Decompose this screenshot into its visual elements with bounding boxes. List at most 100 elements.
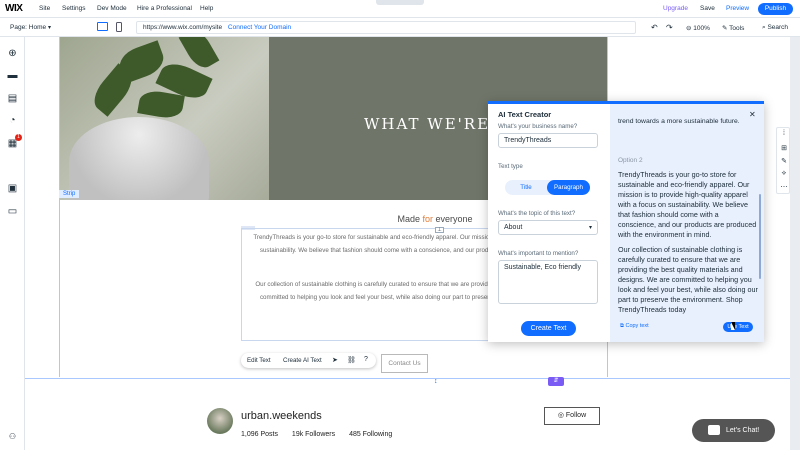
- profile-name: urban.weekends: [241, 410, 322, 422]
- site-url: https://www.wix.com/mysite: [143, 24, 223, 31]
- notification-badge: 1: [15, 134, 22, 141]
- text-type-toggle: Title Paragraph: [505, 180, 590, 195]
- tools-label: Tools: [729, 25, 745, 32]
- create-text-button[interactable]: Create Text: [521, 321, 576, 336]
- tools-button[interactable]: ✎ Tools: [722, 24, 744, 32]
- mouse-cursor-icon: [731, 322, 735, 330]
- option-1-fragment: trend towards a more sustainable future.: [618, 118, 740, 125]
- heading-accent: for: [422, 214, 433, 224]
- redo-icon[interactable]: ↷: [666, 23, 673, 32]
- copy-icon: ⧉: [620, 323, 624, 329]
- follow-button[interactable]: ◎ Follow: [544, 407, 600, 425]
- important-label: What's important to mention?: [498, 250, 579, 257]
- site-url-bar: https://www.wix.com/mysite Connect Your …: [136, 21, 636, 34]
- sections-icon[interactable]: ▬: [6, 69, 19, 82]
- help-icon[interactable]: ⚇: [6, 430, 19, 443]
- ai-results-pane: trend towards a more sustainable future.…: [610, 104, 764, 342]
- help-icon[interactable]: ?: [364, 356, 368, 363]
- text-type-label: Text type: [498, 163, 523, 170]
- followers-count: 19k Followers: [291, 431, 336, 438]
- search-button[interactable]: ⌕ Search: [762, 24, 788, 32]
- mobile-view-icon[interactable]: [116, 22, 122, 32]
- business-name-input[interactable]: TrendyThreads: [498, 133, 598, 148]
- desktop-view-icon[interactable]: [97, 22, 108, 31]
- top-menu-bar: WIX Site Settings Dev Mode Hire a Profes…: [0, 0, 800, 18]
- publish-button[interactable]: Publish: [758, 3, 793, 15]
- following-count: 485 Following: [349, 431, 393, 438]
- preview-button[interactable]: Preview: [726, 5, 749, 12]
- save-button[interactable]: Save: [700, 5, 715, 12]
- heading-part: Made: [397, 214, 423, 224]
- profile-stats: 1,096 Posts 19k Followers 485 Following: [241, 431, 404, 438]
- hero-image: [59, 37, 269, 200]
- business-icon[interactable]: ▭: [6, 205, 19, 218]
- menu-settings[interactable]: Settings: [62, 5, 86, 12]
- option-paragraph-1: TrendyThreads is your go-to store for su…: [618, 170, 757, 239]
- topic-value: About: [504, 224, 523, 231]
- top-notch[interactable]: [376, 0, 424, 5]
- section-handle-icon[interactable]: ⇵: [548, 377, 564, 386]
- close-icon[interactable]: ✕: [749, 110, 756, 119]
- instagram-icon: ◎: [557, 412, 564, 419]
- vertical-resize-icon[interactable]: ↕: [434, 378, 438, 385]
- create-ai-text-button[interactable]: Create AI Text: [283, 357, 322, 364]
- option-2-label: Option 2: [618, 157, 643, 164]
- drag-handle-icon[interactable]: ⊥: [435, 227, 444, 233]
- text-edit-toolbar: Edit Text Create AI Text ➤ ⛓ ?: [241, 353, 376, 368]
- add-icon[interactable]: ⊕: [6, 47, 19, 60]
- animate-icon[interactable]: ⟡: [779, 170, 789, 178]
- panel-title: AI Text Creator: [498, 110, 552, 119]
- design-brush-icon[interactable]: ✎: [779, 157, 789, 165]
- page-selector-label: Page: Home: [10, 24, 47, 31]
- zoom-control[interactable]: ⊖ 100%: [686, 24, 710, 32]
- guide-line: [59, 37, 60, 377]
- plant-pot: [69, 117, 209, 200]
- page-selector[interactable]: Page: Home ▾: [10, 24, 51, 31]
- business-name-label: What's your business name?: [498, 123, 578, 130]
- wix-logo[interactable]: WIX: [5, 3, 23, 14]
- chevron-down-icon: ▾: [47, 25, 51, 31]
- copy-text-label: Copy text: [625, 323, 649, 329]
- section-divider: [25, 378, 790, 379]
- grid-icon[interactable]: ⁞: [779, 130, 789, 137]
- ai-text-creator-panel: AI Text Creator What's your business nam…: [488, 101, 764, 342]
- menu-hire-professional[interactable]: Hire a Professional: [137, 5, 192, 12]
- more-icon[interactable]: ⋯: [779, 183, 789, 191]
- upgrade-link[interactable]: Upgrade: [663, 5, 688, 12]
- undo-icon[interactable]: ↶: [651, 23, 658, 32]
- scrollbar[interactable]: [759, 194, 761, 279]
- option-paragraph-2: Our collection of sustainable clothing i…: [618, 245, 758, 314]
- design-icon[interactable]: ◔: [6, 114, 19, 127]
- connect-domain-link[interactable]: Connect Your Domain: [228, 24, 291, 31]
- editor-toolbar: Page: Home ▾ https://www.wix.com/mysite …: [0, 18, 800, 37]
- posts-count: 1,096 Posts: [241, 431, 278, 438]
- important-textarea[interactable]: Sustainable, Eco friendly: [498, 260, 598, 304]
- topic-select[interactable]: About ▾: [498, 220, 598, 235]
- option-2-text: TrendyThreads is your go-to store for su…: [618, 170, 758, 320]
- animation-icon[interactable]: ➤: [332, 356, 338, 364]
- topic-label: What's the topic of this text?: [498, 210, 576, 217]
- chevron-down-icon: ▾: [588, 225, 592, 231]
- menu-dev-mode[interactable]: Dev Mode: [97, 5, 127, 12]
- edit-text-button[interactable]: Edit Text: [247, 357, 271, 364]
- pages-icon[interactable]: ▤: [6, 92, 19, 105]
- zoom-icon: ⊖: [686, 25, 692, 32]
- media-icon[interactable]: ▣: [6, 182, 19, 195]
- layout-icon[interactable]: ⊞: [779, 144, 789, 152]
- tools-icon: ✎: [722, 25, 728, 32]
- zoom-level: 100%: [693, 25, 710, 32]
- strip-label: Strip: [59, 190, 80, 198]
- chat-icon: [708, 425, 720, 435]
- type-paragraph-option[interactable]: Paragraph: [547, 180, 590, 195]
- menu-site[interactable]: Site: [39, 5, 50, 12]
- chat-button[interactable]: Let's Chat!: [692, 419, 775, 442]
- search-icon: ⌕: [762, 24, 766, 31]
- copy-text-link[interactable]: ⧉ Copy text: [620, 323, 649, 330]
- type-title-option[interactable]: Title: [505, 180, 547, 195]
- contact-us-button[interactable]: Contact Us: [381, 354, 428, 373]
- use-text-button[interactable]: Use Text: [723, 322, 753, 332]
- avatar[interactable]: [207, 408, 233, 434]
- link-icon[interactable]: ⛓: [347, 356, 356, 364]
- menu-help[interactable]: Help: [200, 5, 213, 12]
- follow-label: Follow: [565, 412, 587, 419]
